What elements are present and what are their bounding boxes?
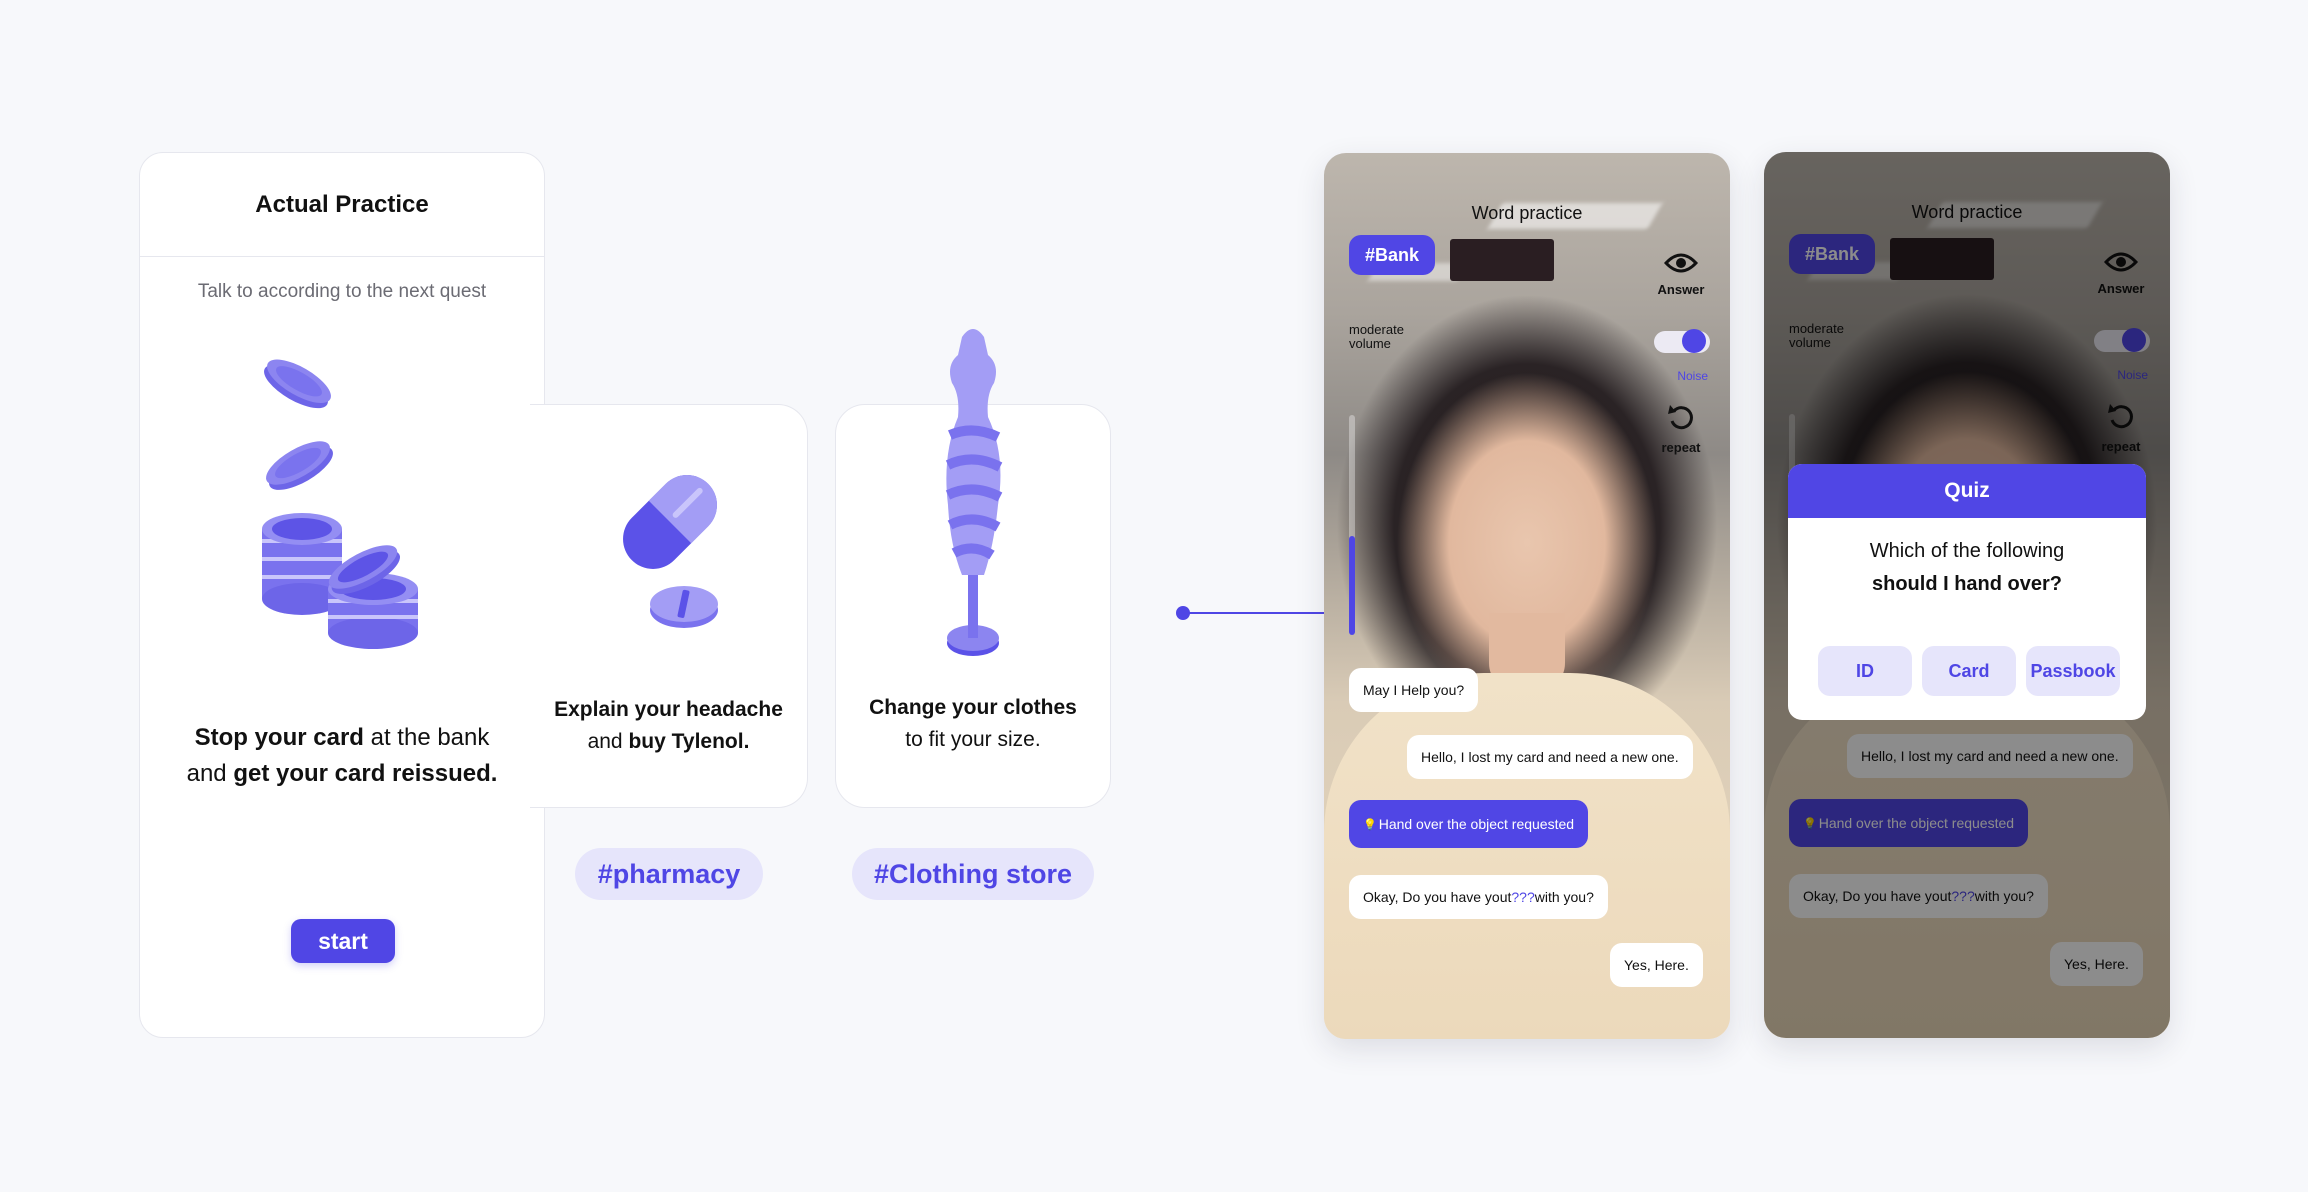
tag-pharmacy[interactable]: #pharmacy bbox=[575, 848, 763, 900]
word-practice-quiz-screen: Word practice #Bank Answer moderate volum… bbox=[1764, 152, 2170, 1038]
pill-icon bbox=[623, 475, 718, 628]
practice-description: Stop your card at the bank and get your … bbox=[186, 724, 498, 787]
practice-subtitle: Talk to according to the next quest bbox=[197, 281, 487, 302]
quiz-option-id[interactable]: ID bbox=[1818, 646, 1912, 696]
connector-line bbox=[1186, 612, 1324, 614]
quiz-option-card[interactable]: Card bbox=[1922, 646, 2016, 696]
volume-label: moderate volume bbox=[1349, 322, 1404, 351]
start-button[interactable]: start bbox=[291, 919, 395, 963]
tag-clothing-store[interactable]: #Clothing store bbox=[852, 848, 1094, 900]
hint-bubble[interactable]: 💡 Hand over the object requested bbox=[1349, 800, 1589, 848]
clothing-description: Change your clothes to fit your size. bbox=[869, 696, 1077, 751]
repeat-button[interactable]: repeat bbox=[1656, 403, 1706, 455]
noise-label: Noise bbox=[1677, 369, 1708, 383]
practice-title: Actual Practice bbox=[140, 153, 544, 257]
chat-bubble-agent: Okay, Do you have yout ??? with you? bbox=[1349, 875, 1608, 919]
repeat-icon bbox=[1668, 405, 1693, 430]
chat-bubble-agent: May I Help you? bbox=[1349, 668, 1479, 712]
screen-title: Word practice bbox=[1471, 203, 1583, 223]
word-practice-screen: Word practice #Bank Answer moderate volum… bbox=[1324, 153, 1730, 1039]
coins-illustration bbox=[262, 359, 418, 649]
quiz-title: Quiz bbox=[1788, 464, 2146, 518]
eye-icon bbox=[1663, 253, 1699, 273]
chat-bubble-user: Yes, Here. bbox=[1610, 943, 1703, 987]
noise-toggle[interactable] bbox=[1654, 329, 1710, 353]
quiz-modal: Quiz Which of the following should I han… bbox=[1788, 464, 2146, 720]
quiz-options: ID Card Passbook bbox=[1818, 646, 2122, 696]
volume-slider-fill bbox=[1349, 536, 1355, 635]
pharmacy-description: Explain your headache and buy Tylenol. bbox=[554, 698, 783, 753]
lightbulb-icon: 💡 bbox=[1363, 818, 1377, 831]
mannequin-icon bbox=[945, 329, 1003, 656]
volume-slider[interactable] bbox=[1349, 415, 1355, 635]
bank-tag[interactable]: #Bank bbox=[1349, 235, 1436, 275]
pharmacy-card[interactable]: Explain your headache and buy Tylenol. bbox=[530, 404, 808, 808]
chat-bubble-user: Hello, I lost my card and need a new one… bbox=[1407, 735, 1693, 779]
answer-button[interactable]: Answer bbox=[1656, 251, 1706, 297]
actual-practice-card: Actual Practice Talk to according to the… bbox=[139, 152, 545, 1038]
quiz-option-passbook[interactable]: Passbook bbox=[2026, 646, 2120, 696]
quiz-question: Which of the following should I hand ove… bbox=[1869, 540, 2065, 595]
